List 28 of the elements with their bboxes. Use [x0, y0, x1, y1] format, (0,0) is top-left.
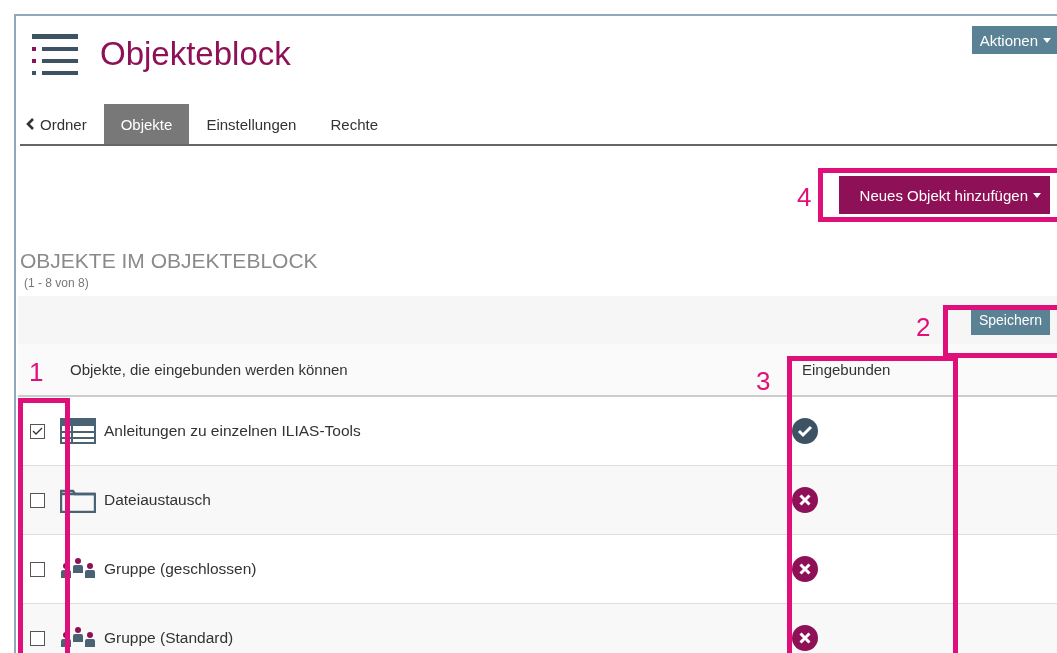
- callout-number: 2: [916, 312, 931, 343]
- checkbox[interactable]: [30, 630, 45, 646]
- tab[interactable]: Einstellungen: [189, 104, 314, 144]
- checkbox[interactable]: [30, 423, 45, 439]
- section-title: OBJEKTE IM OBJEKTEBLOCK: [20, 249, 319, 273]
- list-icon: [32, 33, 78, 78]
- checkbox[interactable]: [30, 561, 45, 577]
- checkmark-icon: [32, 426, 43, 436]
- callout-number: 4: [797, 182, 812, 213]
- add-object-button[interactable]: Neues Objekt hinzufügen: [838, 176, 1050, 214]
- object-name[interactable]: Anleitungen zu einzelnen ILIAS-Tools: [104, 422, 784, 440]
- folder-icon: [60, 487, 96, 513]
- tab[interactable]: Objekte: [103, 104, 190, 144]
- column-header: Eingebunden: [802, 361, 891, 378]
- actions-button[interactable]: Aktionen: [971, 26, 1057, 54]
- caret-icon: [1033, 192, 1041, 198]
- page-title: Objekteblock: [100, 35, 292, 73]
- object-name[interactable]: Dateiaustausch: [104, 491, 784, 509]
- column-header: Objekte, die eingebunden werden können: [70, 361, 349, 378]
- item-count: (1 - 8 von 8): [24, 276, 90, 290]
- back-tab[interactable]: Ordner: [20, 104, 104, 144]
- callout-number: 1: [29, 357, 44, 388]
- tab[interactable]: Rechte: [313, 104, 395, 144]
- checkbox[interactable]: [30, 492, 45, 508]
- callout-number: 3: [756, 366, 771, 397]
- chevron-left-icon: [26, 118, 35, 130]
- object-name[interactable]: Gruppe (geschlossen): [104, 560, 784, 578]
- caret-icon: [1043, 37, 1051, 43]
